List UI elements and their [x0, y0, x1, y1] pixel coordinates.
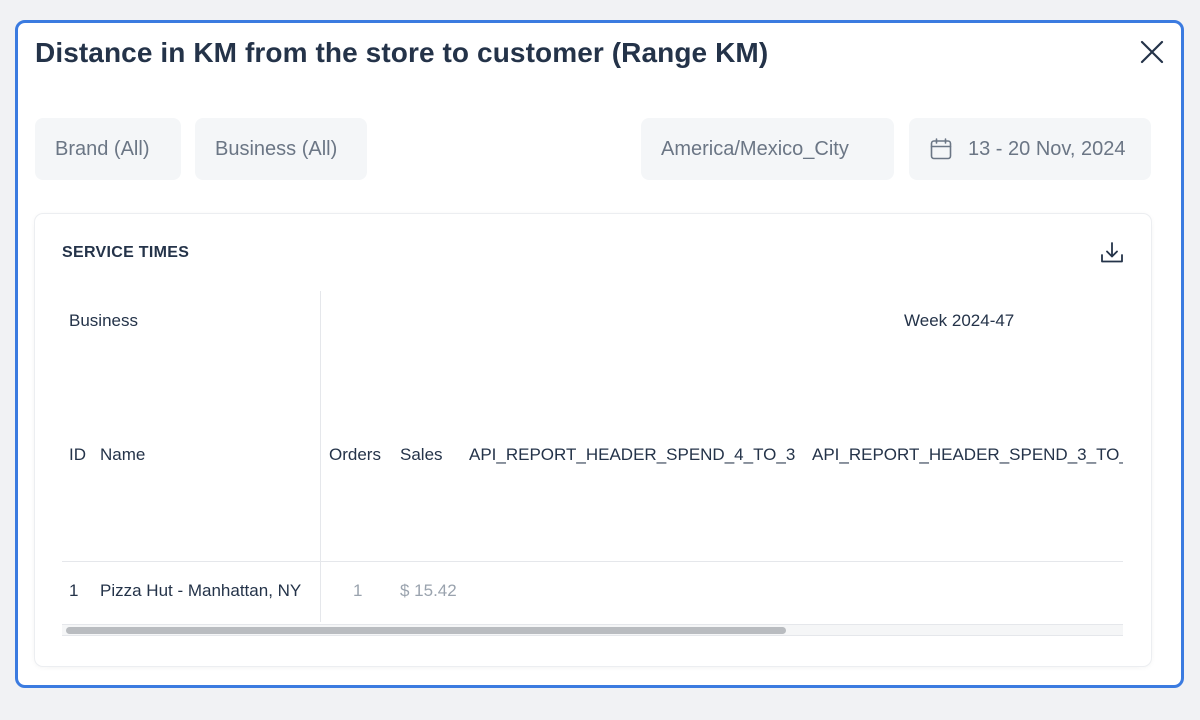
timezone-filter-label: America/Mexico_City [661, 137, 849, 160]
column-header-orders[interactable]: Orders [329, 445, 381, 465]
brand-filter[interactable]: Brand (All) [35, 118, 181, 180]
close-button[interactable] [1140, 40, 1164, 64]
modal-title: Distance in KM from the store to custome… [35, 37, 769, 68]
row-orders: 1 [353, 581, 363, 600]
report-modal: Distance in KM from the store to custome… [15, 20, 1184, 688]
group-header-business: Business [69, 311, 138, 330]
column-header-sales[interactable]: Sales [400, 445, 443, 465]
date-range-label: 13 - 20 Nov, 2024 [968, 137, 1126, 160]
timezone-filter[interactable]: America/Mexico_City [641, 118, 894, 180]
business-filter-label: Business (All) [215, 137, 338, 160]
row-id: 1 [69, 581, 79, 600]
row-name: Pizza Hut - Manhattan, NY [100, 581, 302, 600]
group-header-week: Week 2024-47 [904, 311, 1015, 330]
column-header-spend-3-to[interactable]: API_REPORT_HEADER_SPEND_3_TO_ [812, 445, 1123, 465]
column-divider [320, 291, 321, 622]
header-divider [62, 561, 1123, 562]
scrollbar-thumb[interactable] [66, 627, 786, 634]
column-header-spend-4-to-3[interactable]: API_REPORT_HEADER_SPEND_4_TO_3 [469, 445, 795, 465]
calendar-icon [930, 138, 952, 160]
close-icon [1140, 40, 1164, 64]
brand-filter-label: Brand (All) [55, 137, 150, 160]
horizontal-scrollbar[interactable] [62, 624, 1123, 636]
download-icon [1101, 242, 1123, 263]
card-title: SERVICE TIMES [62, 244, 190, 261]
report-table: Business Week 2024-47 ID Name Orders Sal… [62, 291, 1123, 639]
column-header-name[interactable]: Name [100, 445, 145, 465]
download-button[interactable] [1099, 240, 1125, 266]
row-sales: $ 15.42 [400, 581, 457, 600]
business-filter[interactable]: Business (All) [195, 118, 367, 180]
date-range-picker[interactable]: 13 - 20 Nov, 2024 [909, 118, 1151, 180]
column-header-id[interactable]: ID [69, 445, 86, 465]
service-times-card: SERVICE TIMES Business Week 2024-47 ID N… [35, 214, 1151, 666]
